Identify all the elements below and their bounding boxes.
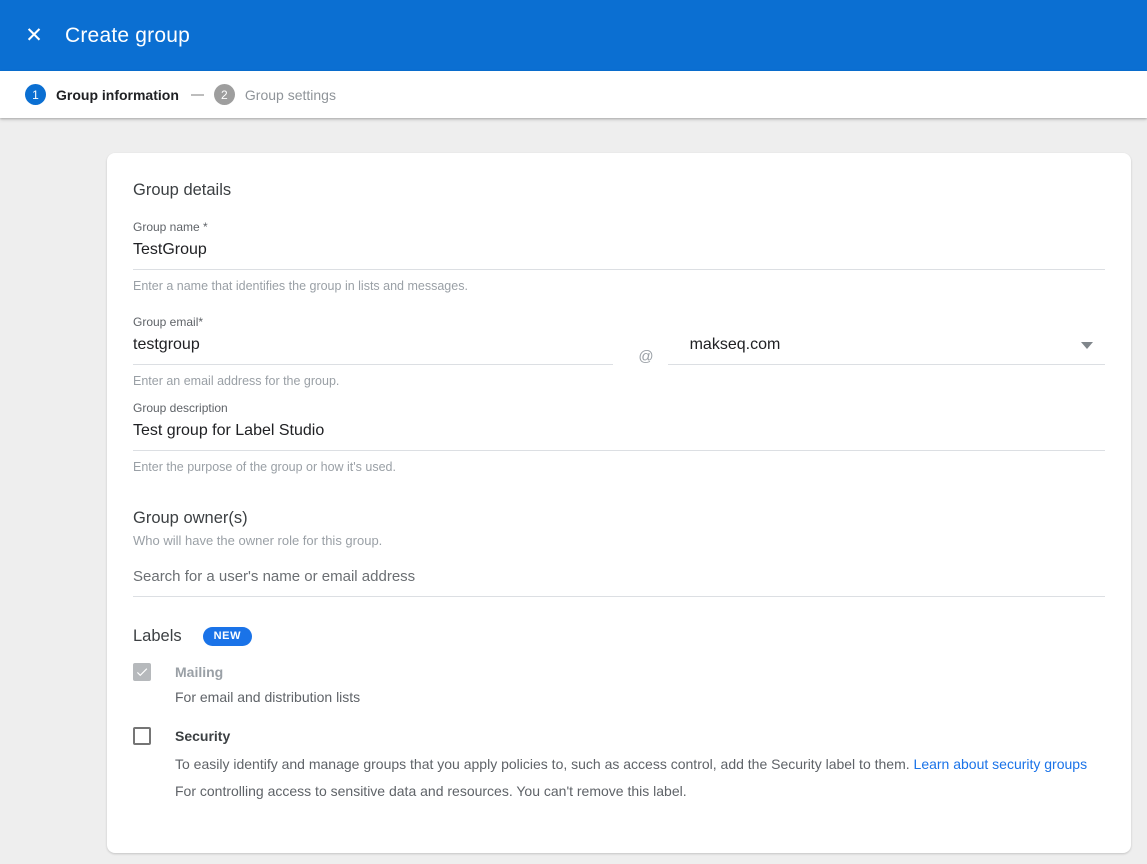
group-email-row: Group email* Enter an email address for … [133, 315, 1105, 389]
mailing-checkbox[interactable] [133, 663, 151, 681]
group-name-input[interactable] [133, 240, 1105, 270]
group-information-card: Group details Group name * Enter a name … [107, 153, 1131, 853]
page-body: Group details Group name * Enter a name … [0, 118, 1147, 853]
step-connector [191, 94, 204, 96]
dialog-header: ✕ Create group [0, 0, 1147, 71]
step-group-information[interactable]: 1 Group information [25, 84, 179, 105]
labels-header: Labels NEW [133, 626, 1105, 646]
step1-label: Group information [56, 87, 179, 103]
group-owners-title: Group owner(s) [133, 508, 1105, 528]
close-icon[interactable]: ✕ [22, 24, 46, 48]
checkmark-icon [135, 665, 149, 679]
new-badge: NEW [203, 627, 252, 646]
labels-title: Labels [133, 626, 182, 646]
group-email-helper: Enter an email address for the group. [133, 373, 613, 389]
group-details-title: Group details [133, 180, 1105, 200]
learn-about-security-groups-link[interactable]: Learn about security groups [914, 756, 1088, 772]
group-name-helper: Enter a name that identifies the group i… [133, 278, 1105, 294]
group-owners-subtitle: Who will have the owner role for this gr… [133, 534, 1105, 548]
group-email-input[interactable] [133, 335, 613, 365]
label-option-security: Security To easily identify and manage g… [133, 727, 1105, 805]
mailing-description: For email and distribution lists [175, 689, 1105, 705]
mailing-label: Mailing [175, 664, 223, 680]
label-option-mailing: Mailing For email and distribution lists [133, 663, 1105, 705]
security-checkbox[interactable] [133, 727, 151, 745]
step2-label: Group settings [245, 87, 336, 103]
security-description-text: To easily identify and manage groups tha… [175, 756, 910, 772]
step1-circle: 1 [25, 84, 46, 105]
security-description: To easily identify and manage groups tha… [175, 751, 1105, 805]
chevron-down-icon [1081, 342, 1093, 349]
security-label: Security [175, 728, 230, 744]
domain-value: makseq.com [668, 335, 781, 355]
group-description-label: Group description [133, 401, 1105, 415]
domain-select[interactable]: makseq.com [668, 335, 1105, 365]
group-description-helper: Enter the purpose of the group or how it… [133, 459, 1105, 475]
wizard-stepper: 1 Group information 2 Group settings [0, 71, 1147, 118]
group-name-label: Group name * [133, 220, 1105, 234]
group-description-input[interactable] [133, 421, 1105, 451]
step-group-settings[interactable]: 2 Group settings [214, 84, 336, 105]
group-email-label: Group email* [133, 315, 613, 329]
dialog-title: Create group [65, 24, 190, 48]
security-note: For controlling access to sensitive data… [175, 778, 1105, 805]
owner-search-input[interactable] [133, 567, 1105, 597]
step2-circle: 2 [214, 84, 235, 105]
at-symbol: @ [638, 348, 653, 389]
